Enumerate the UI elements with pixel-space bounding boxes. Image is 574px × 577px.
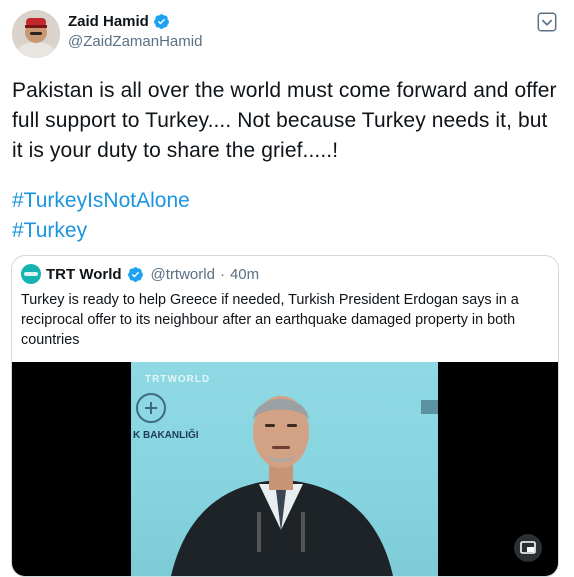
hashtag-link[interactable]: #TurkeyIsNotAlone xyxy=(12,186,190,216)
quoted-display-name: TRT World xyxy=(46,265,122,283)
quoted-tweet-text: Turkey is ready to help Greece if needed… xyxy=(21,292,519,348)
video-frame: TRTWORLD K BAKANLIĞI xyxy=(131,362,438,576)
tweet-text: Pakistan is all over the world must come… xyxy=(12,76,562,166)
tweet-body: Pakistan is all over the world must come… xyxy=(12,79,557,162)
trt-logo-icon xyxy=(24,272,38,276)
author-handle[interactable]: @ZaidZamanHamid xyxy=(68,33,202,50)
picture-in-picture-icon xyxy=(520,541,536,554)
quoted-tweet[interactable]: TRT World @trtworld · 40m Turkey is read… xyxy=(11,255,559,577)
author-name-row[interactable]: Zaid Hamid xyxy=(68,13,170,30)
verified-badge-icon xyxy=(127,266,143,282)
separator-dot: · xyxy=(219,265,225,283)
video-player[interactable]: TRTWORLD K BAKANLIĞI xyxy=(12,362,558,576)
tweet: Zaid Hamid @ZaidZamanHamid Pakistan is a… xyxy=(0,0,574,577)
verified-badge-icon xyxy=(153,14,169,29)
chevron-down-icon[interactable] xyxy=(536,11,558,33)
speaker-illustration xyxy=(136,393,438,576)
picture-in-picture-button[interactable] xyxy=(514,534,542,562)
trt-world-avatar xyxy=(21,264,41,284)
quoted-timestamp: 40m xyxy=(229,265,260,283)
quoted-handle: @trtworld xyxy=(150,265,215,283)
avatar[interactable] xyxy=(12,10,60,58)
quoted-media[interactable]: TRTWORLD K BAKANLIĞI xyxy=(12,362,558,576)
background-banner-text: K BAKANLIĞI xyxy=(133,430,199,441)
quoted-tweet-header: TRT World @trtworld · 40m xyxy=(21,264,259,284)
author-display-name[interactable]: Zaid Hamid xyxy=(68,13,149,30)
avatar-image xyxy=(12,10,60,58)
hashtag-link[interactable]: #Turkey xyxy=(12,216,87,246)
